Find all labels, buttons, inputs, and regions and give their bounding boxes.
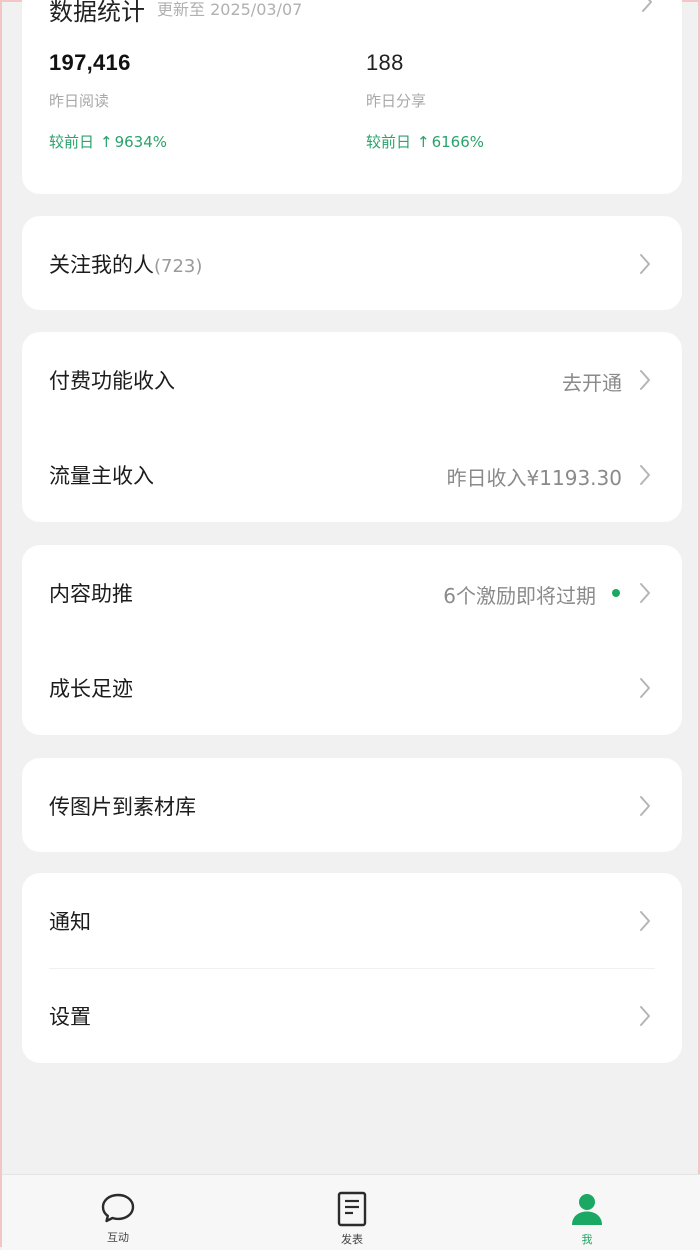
- paid-income-label: 付费功能收入: [49, 369, 175, 393]
- stats-card[interactable]: 数据统计 更新至 2025/03/07 197,416 昨日阅读 较前日 ↑ 963…: [22, 0, 682, 194]
- traffic-income-value: 昨日收入¥1193.30: [446, 466, 622, 490]
- metric-yesterday-shares: 188 昨日分享 较前日 ↑ 6166%: [366, 50, 484, 152]
- chevron-right-icon: [638, 252, 652, 276]
- upload-material-row[interactable]: 传图片到素材库: [22, 758, 682, 852]
- nav-label: 我: [581, 1233, 593, 1246]
- followers-row[interactable]: 关注我的人(723): [22, 216, 682, 310]
- stats-updated-date: 更新至 2025/03/07: [157, 0, 303, 19]
- followers-card: 关注我的人(723): [22, 216, 682, 310]
- paid-income-action: 去开通: [562, 371, 622, 395]
- income-card: 付费功能收入 去开通 流量主收入 昨日收入¥1193.30: [22, 332, 682, 522]
- chevron-right-icon: [638, 368, 652, 392]
- metric-label: 昨日分享: [366, 92, 427, 110]
- metric-change: 较前日 ↑ 6166%: [366, 131, 484, 152]
- nav-tab-interaction[interactable]: 互动: [88, 1191, 148, 1245]
- person-icon: [557, 1191, 617, 1227]
- metric-label: 昨日阅读: [49, 92, 110, 110]
- content-promote-label: 内容助推: [49, 582, 133, 606]
- paid-income-row[interactable]: 付费功能收入 去开通: [22, 332, 682, 428]
- chevron-right-icon: [640, 0, 654, 14]
- growth-card: 内容助推 6个激励即将过期 成长足迹: [22, 545, 682, 735]
- page: 数据统计 更新至 2025/03/07 197,416 昨日阅读 较前日 ↑ 963…: [0, 0, 700, 1250]
- traffic-income-label: 流量主收入: [49, 464, 154, 488]
- chat-bubble-icon: [88, 1191, 148, 1225]
- chevron-right-icon: [638, 794, 652, 818]
- notifications-label: 通知: [49, 910, 91, 934]
- change-value: 9634%: [114, 133, 168, 151]
- nav-tab-me[interactable]: 我: [557, 1191, 617, 1247]
- chevron-right-icon: [638, 1004, 652, 1028]
- arrow-up-icon: ↑: [417, 133, 430, 151]
- chevron-right-icon: [638, 676, 652, 700]
- change-value: 6166%: [431, 133, 485, 151]
- chevron-right-icon: [638, 463, 652, 487]
- metric-value: 188: [366, 50, 404, 75]
- bottom-nav: 互动 发表 我: [2, 1174, 700, 1250]
- chevron-right-icon: [638, 581, 652, 605]
- content-promote-status: 6个激励即将过期: [443, 584, 596, 608]
- content-promote-row[interactable]: 内容助推 6个激励即将过期: [22, 545, 682, 641]
- followers-label: 关注我的人(723): [49, 253, 203, 277]
- metric-change: 较前日 ↑ 9634%: [49, 131, 167, 152]
- settings-label: 设置: [49, 1005, 91, 1029]
- growth-footprint-label: 成长足迹: [49, 677, 133, 701]
- traffic-income-row[interactable]: 流量主收入 昨日收入¥1193.30: [22, 427, 682, 523]
- settings-row[interactable]: 设置: [22, 968, 682, 1064]
- change-prefix: 较前日: [366, 133, 412, 151]
- stats-title: 数据统计: [49, 0, 145, 26]
- nav-tab-publish[interactable]: 发表: [322, 1191, 382, 1247]
- notifications-row[interactable]: 通知: [22, 873, 682, 969]
- growth-footprint-row[interactable]: 成长足迹: [22, 640, 682, 736]
- arrow-up-icon: ↑: [100, 133, 113, 151]
- chevron-right-icon: [638, 909, 652, 933]
- metric-value: 197,416: [49, 50, 131, 75]
- document-icon: [322, 1191, 382, 1227]
- notification-dot-icon: [612, 589, 620, 597]
- nav-label: 发表: [341, 1233, 363, 1246]
- change-prefix: 较前日: [49, 133, 95, 151]
- system-card: 通知 设置: [22, 873, 682, 1063]
- material-card: 传图片到素材库: [22, 758, 682, 852]
- followers-count: (723): [154, 256, 203, 277]
- metric-yesterday-reads: 197,416 昨日阅读 较前日 ↑ 9634%: [49, 50, 167, 152]
- upload-material-label: 传图片到素材库: [49, 795, 196, 819]
- nav-label: 互动: [107, 1231, 129, 1244]
